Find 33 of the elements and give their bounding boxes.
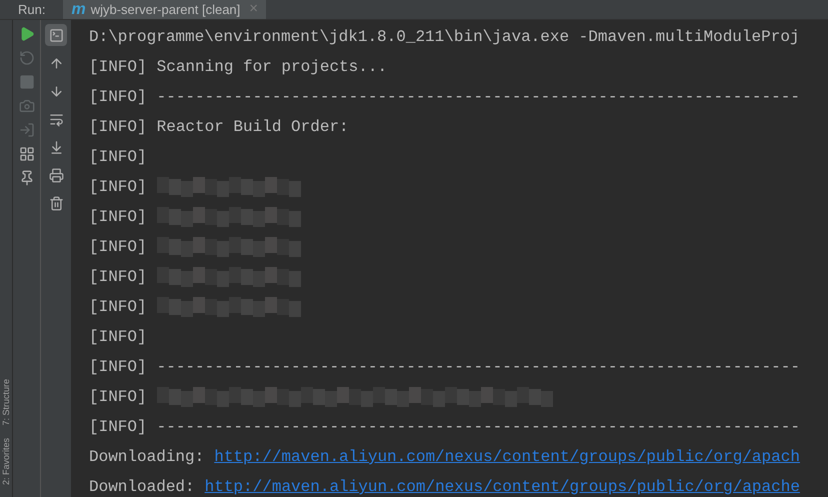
run-label: Run: (17, 0, 46, 19)
tool-window-label[interactable]: 2: Favorites (0, 438, 12, 485)
tab-title: wjyb-server-parent [clean] (90, 0, 240, 19)
log-message: Downloading: (89, 447, 204, 468)
log-level: [INFO] (89, 297, 147, 318)
download-link[interactable]: http://maven.aliyun.com/nexus/content/groups/public/org/apache (204, 475, 800, 497)
log-level: [INFO] (89, 177, 147, 198)
log-message: ------------------------------------------------------------------- (156, 417, 800, 438)
log-message: Scanning for projects... (156, 57, 388, 78)
log-level: [INFO] (89, 417, 147, 438)
log-level: [INFO] (89, 327, 147, 348)
pin-icon[interactable] (18, 170, 34, 186)
log-level: [INFO] (89, 387, 147, 408)
log-level: [INFO] (89, 267, 147, 288)
run-tab[interactable]: m wjyb-server-parent [clean] × (63, 0, 266, 19)
log-level: [INFO] (89, 237, 147, 258)
log-level: [INFO] (89, 207, 147, 228)
log-message: ------------------------------------------------------------------- (156, 357, 800, 378)
console-icon[interactable] (45, 24, 67, 46)
layout-icon[interactable] (18, 146, 34, 162)
log-level: [INFO] (89, 147, 147, 168)
console-line: D:\programme\environment\jdk1.8.0_211\bin\java.exe -Dmaven.multiModuleProj (89, 27, 800, 48)
log-message: Downloaded: (89, 477, 195, 497)
log-level: [INFO] (89, 357, 147, 378)
maven-icon: m (71, 2, 86, 18)
log-message: Reactor Build Order: (156, 117, 349, 138)
download-link[interactable]: http://maven.aliyun.com/nexus/content/groups/public/org/apach (214, 445, 800, 469)
log-level: [INFO] (89, 87, 147, 108)
run-icon[interactable] (18, 26, 34, 42)
log-level: [INFO] (89, 57, 147, 78)
tool-window-label[interactable]: 7: Structure (0, 379, 12, 426)
log-level: [INFO] (89, 117, 147, 138)
log-message: ------------------------------------------------------------------- (156, 87, 800, 108)
